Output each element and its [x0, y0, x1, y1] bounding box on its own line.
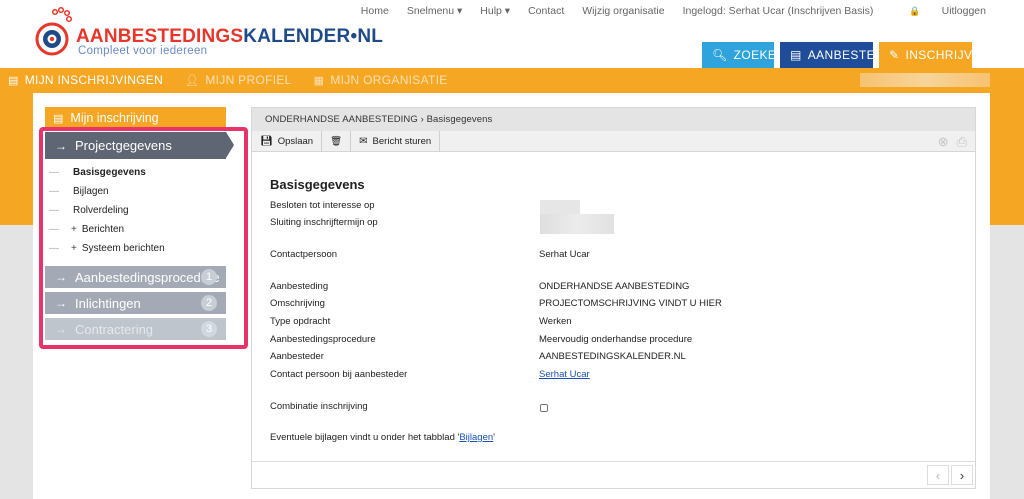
- print-icon[interactable]: ⎙: [957, 134, 967, 150]
- value-aanbesteding: ONDERHANDSE AANBESTEDING: [539, 281, 690, 292]
- close-icon[interactable]: ⊗: [938, 134, 949, 150]
- delete-button[interactable]: 🗑︎: [322, 130, 352, 152]
- toolbar-right: ⊗ ⎙: [938, 134, 967, 150]
- document-icon: ▤: [790, 48, 802, 62]
- sub-navigation: ▤ MIJN INSCHRIJVINGEN 👤︎ MIJN PROFIEL ▦ MIJ…: [0, 68, 462, 92]
- inschrijven-button[interactable]: ✎ INSCHRIJVEN: [879, 42, 989, 68]
- value-aanbesteder: AANBESTEDINGSKALENDER.NL: [539, 351, 686, 362]
- contact-aanbesteder-link[interactable]: Serhat Ucar: [539, 369, 590, 380]
- action-buttons: 🔍︎ ZOEKEN ▤ AANBESTEDEN ✎ INSCHRIJVEN: [702, 42, 989, 68]
- previous-button[interactable]: ‹: [927, 465, 949, 485]
- label-procedure: Aanbestedingsprocedure: [270, 334, 376, 345]
- chevron-right-icon: ›: [959, 467, 965, 483]
- label-sluiting: Sluiting inschrijftermijn op: [270, 217, 378, 228]
- send-message-button[interactable]: ✉︎ Bericht sturen: [351, 130, 441, 152]
- logo[interactable]: AANBESTEDINGSKALENDER•NL Compleet voor i…: [32, 4, 383, 60]
- value-omschrijving: PROJECTOMSCHRIJVING VINDT U HIER: [539, 298, 722, 309]
- brand-tagline: Compleet voor iedereen: [78, 45, 208, 57]
- zoeken-button[interactable]: 🔍︎ ZOEKEN: [702, 42, 785, 68]
- nav-snelmenu[interactable]: Snelmenu ▾: [407, 5, 462, 17]
- label-contact-aanbesteder: Contact persoon bij aanbesteder: [270, 369, 408, 380]
- nav-home[interactable]: Home: [361, 5, 389, 17]
- toolbar: 💾︎ Opslaan 🗑︎ ✉︎ Bericht sturen ⊗ ⎙: [252, 130, 975, 152]
- breadcrumb: ONDERHANDSE AANBESTEDING › Basisgegevens: [252, 108, 975, 131]
- subnav-mijn-profiel[interactable]: 👤︎ MIJN PROFIEL: [185, 73, 292, 87]
- value-type-opdracht: Werken: [539, 316, 572, 327]
- search-icon: 🔍︎: [712, 48, 728, 62]
- label-omschrijving: Omschrijving: [270, 298, 325, 309]
- bijlagen-note: Eventuele bijlagen vindt u onder het tab…: [270, 432, 495, 443]
- document-icon: ▤: [53, 112, 64, 125]
- combinatie-checkbox[interactable]: [540, 404, 548, 412]
- menu-header[interactable]: ▤ Mijn inschrijving: [45, 107, 226, 129]
- label-aanbesteder: Aanbesteder: [270, 351, 324, 362]
- highlight-annotation-box: [39, 127, 248, 349]
- aanbesteden-button[interactable]: ▤ AANBESTEDEN: [780, 42, 901, 68]
- section-title: Basisgegevens: [270, 177, 365, 192]
- nav-logout[interactable]: 🔒 Uitloggen: [891, 5, 986, 17]
- message-icon: ✉︎: [359, 135, 368, 147]
- lock-icon: 🔒: [909, 6, 921, 16]
- value-contactpersoon: Serhat Ucar: [539, 249, 590, 260]
- label-type-opdracht: Type opdracht: [270, 316, 331, 327]
- top-navigation: Home Snelmenu ▾ Hulp ▾ Contact Wijzig or…: [343, 5, 986, 17]
- blurred-date: [540, 214, 614, 234]
- subnav-mijn-inschrijvingen[interactable]: ▤ MIJN INSCHRIJVINGEN: [8, 73, 163, 87]
- label-contactpersoon: Contactpersoon: [270, 249, 338, 260]
- chevron-left-icon: ‹: [935, 467, 941, 483]
- building-icon: ▦: [313, 74, 325, 87]
- save-button[interactable]: 💾︎ Opslaan: [252, 130, 323, 152]
- label-combinatie: Combinatie inschrijving: [270, 401, 368, 412]
- subnav-mijn-organisatie[interactable]: ▦ MIJN ORGANISATIE: [314, 73, 448, 87]
- next-button[interactable]: ›: [951, 465, 973, 485]
- nav-logged-in-user[interactable]: Ingelogd: Serhat Ucar (Inschrijven Basis…: [683, 5, 874, 17]
- nav-hulp[interactable]: Hulp ▾: [480, 5, 510, 17]
- nav-wijzig-organisatie[interactable]: Wijzig organisatie: [582, 5, 664, 17]
- document-icon: ▤: [8, 74, 19, 87]
- value-contact-aanbesteder: Serhat Ucar: [539, 369, 590, 380]
- trash-icon: 🗑︎: [330, 135, 343, 147]
- content-panel: ONDERHANDSE AANBESTEDING › Basisgegevens…: [251, 107, 976, 489]
- user-icon: 👤︎: [185, 74, 200, 87]
- value-procedure: Meervoudig onderhandse procedure: [539, 334, 693, 345]
- blurred-account-info: [860, 73, 990, 87]
- floppy-icon: 💾︎: [260, 135, 273, 147]
- bijlagen-link[interactable]: Bijlagen: [459, 432, 493, 443]
- pager: ‹ ›: [252, 461, 975, 488]
- label-aanbesteding: Aanbesteding: [270, 281, 329, 292]
- nav-contact[interactable]: Contact: [528, 5, 564, 17]
- label-besloten: Besloten tot interesse op: [270, 200, 375, 211]
- pencil-icon: ✎: [889, 48, 900, 62]
- logo-icon: [35, 6, 73, 56]
